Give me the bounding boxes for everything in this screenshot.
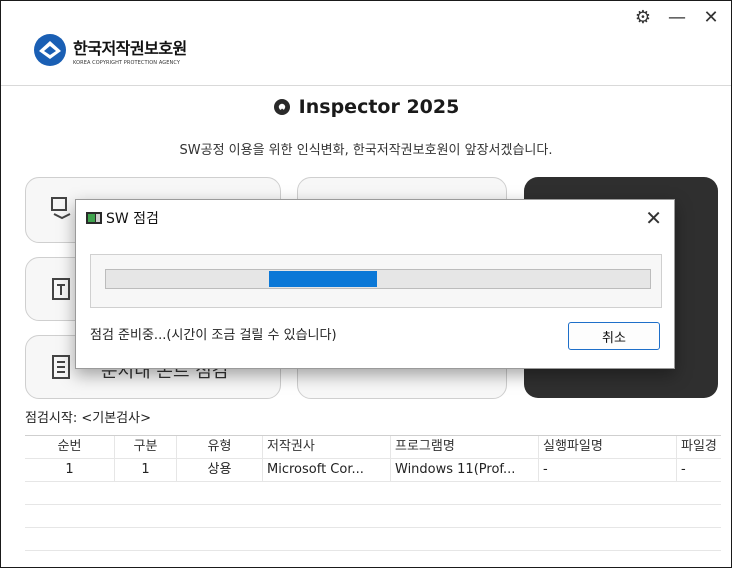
col-header-exe-name[interactable]: 실행파일명 xyxy=(539,436,677,458)
results-table: 순번 구분 유형 저작권사 프로그램명 실행파일명 파일경 1 1 상용 Mic… xyxy=(25,435,721,568)
cell-category: 1 xyxy=(115,459,177,481)
col-header-copyright-holder[interactable]: 저작권사 xyxy=(263,436,391,458)
inspection-start-label: 점검시작: <기본검사> xyxy=(25,411,151,426)
sw-inspection-dialog: SW 점검 ✕ 점검 준비중...(시간이 조금 걸릴 수 있습니다) 취소 xyxy=(75,199,675,369)
progress-bar-fill xyxy=(269,271,377,287)
header-divider xyxy=(1,85,731,86)
table-row-empty xyxy=(25,505,721,528)
document-icon xyxy=(52,355,70,379)
col-header-file-path[interactable]: 파일경 xyxy=(677,436,721,458)
table-row[interactable]: 1 1 상용 Microsoft Cor... Windows 11(Prof.… xyxy=(25,459,721,482)
col-header-type[interactable]: 유형 xyxy=(177,436,263,458)
table-row-empty xyxy=(25,482,721,505)
agency-logo: 한국저작권보호원 KOREA COPYRIGHT PROTECTION AGEN… xyxy=(33,33,187,67)
logo-english-text: KOREA COPYRIGHT PROTECTION AGENCY xyxy=(73,59,180,66)
dialog-title: SW 점검 xyxy=(106,211,159,227)
cell-exe-name: - xyxy=(539,459,677,481)
close-icon[interactable]: ✕ xyxy=(701,7,721,28)
app-subtitle: SW공정 이용을 위한 인식변화, 한국저작권보호원이 앞장서겠습니다. xyxy=(179,143,553,158)
col-header-category[interactable]: 구분 xyxy=(115,436,177,458)
table-row-empty xyxy=(25,551,721,568)
app-title-text: Inspector 2025 xyxy=(298,96,460,118)
cell-copyright-holder: Microsoft Cor... xyxy=(263,459,391,481)
logo-korean-text: 한국저작권보호원 xyxy=(73,38,187,58)
app-window-icon xyxy=(86,212,102,224)
cell-program-name: Windows 11(Prof... xyxy=(391,459,539,481)
app-window: ⚙ — ✕ 한국저작권보호원 KOREA COPYRIGHT PROTECTIO… xyxy=(0,0,732,568)
file-inspect-icon xyxy=(52,278,70,300)
cell-type: 상용 xyxy=(177,459,263,481)
col-header-program-name[interactable]: 프로그램명 xyxy=(391,436,539,458)
col-header-index[interactable]: 순번 xyxy=(25,436,115,458)
window-controls: ⚙ — ✕ xyxy=(633,7,721,28)
cell-file-path: - xyxy=(677,459,721,481)
progress-bar xyxy=(105,269,651,289)
cell-index: 1 xyxy=(25,459,115,481)
table-row-empty xyxy=(25,528,721,551)
settings-icon[interactable]: ⚙ xyxy=(633,7,653,28)
progress-panel xyxy=(90,254,662,308)
table-header-row: 순번 구분 유형 저작권사 프로그램명 실행파일명 파일경 xyxy=(25,436,721,459)
minimize-icon[interactable]: — xyxy=(667,7,687,28)
dialog-title-bar: SW 점검 xyxy=(86,208,159,228)
inspector-logo-icon xyxy=(273,99,290,115)
app-title: Inspector 2025 xyxy=(1,96,731,118)
agency-logo-icon xyxy=(34,34,66,66)
dialog-status-message: 점검 준비중...(시간이 조금 걸릴 수 있습니다) xyxy=(90,328,337,343)
dialog-close-icon[interactable]: ✕ xyxy=(645,206,662,230)
program-inspect-icon xyxy=(51,197,71,220)
cancel-button[interactable]: 취소 xyxy=(568,322,660,350)
